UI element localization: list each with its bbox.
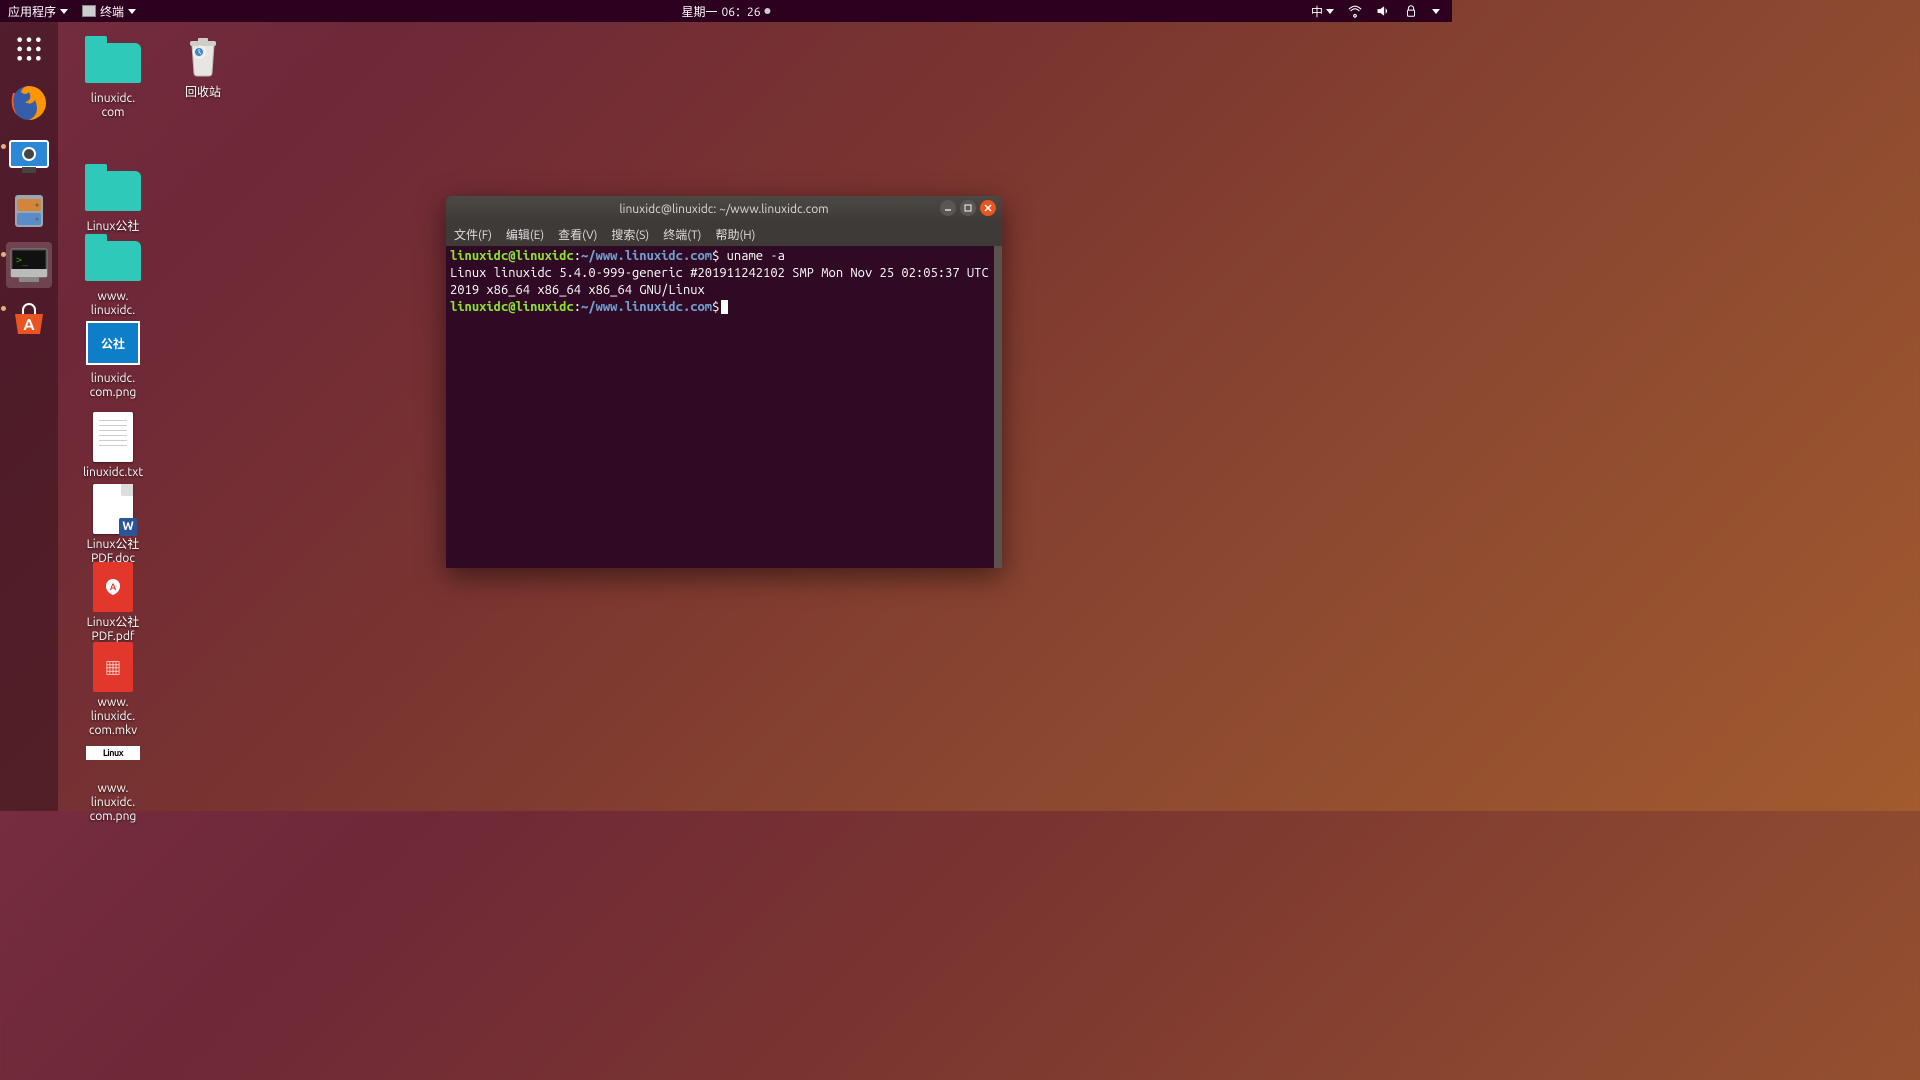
maximize-icon (964, 204, 972, 212)
top-panel: 应用程序 终端 星期一 06：26 中 (0, 0, 1452, 22)
terminal-menubar: 文件(F) 编辑(E) 查看(V) 搜索(S) 终端(T) 帮助(H) (446, 222, 1002, 246)
terminal-line: linuxidc@linuxidc:~/www.linuxidc.com$ (450, 299, 996, 316)
terminal-menu-3[interactable]: 搜索(S) (611, 226, 649, 243)
window-close-button[interactable] (980, 200, 996, 216)
terminal-cursor (721, 300, 728, 314)
close-icon (984, 204, 992, 212)
svg-text:A: A (110, 582, 117, 592)
folder-icon (85, 241, 141, 281)
files-icon (11, 191, 47, 231)
firefox-icon (9, 83, 49, 123)
launcher-files[interactable] (6, 188, 52, 234)
desktop-icon-7[interactable]: ▦www.linuxidc.com.mkv (58, 642, 168, 737)
desktop-icon-label: Linux公社 (58, 220, 168, 234)
launcher: >_ A (0, 22, 58, 811)
doc-file-icon (93, 484, 133, 534)
text-file-icon (93, 412, 133, 462)
image-thumb-icon: Linux (86, 746, 140, 760)
terminal-menu-2[interactable]: 查看(V) (558, 226, 597, 243)
video-file-icon: ▦ (93, 642, 133, 692)
chevron-down-icon (1326, 9, 1334, 14)
terminal-icon: >_ (9, 247, 49, 283)
desktop-icon-label: linuxidc.txt (58, 466, 168, 480)
launcher-terminal[interactable]: >_ (6, 242, 52, 288)
minimize-icon (944, 204, 952, 212)
launcher-apps-grid[interactable] (6, 26, 52, 72)
volume-icon[interactable] (1376, 4, 1390, 18)
terminal-menu-5[interactable]: 帮助(H) (715, 226, 755, 243)
ime-indicator[interactable]: 中 (1311, 3, 1334, 20)
desktop-icon-4[interactable]: linuxidc.txt (58, 412, 168, 480)
window-minimize-button[interactable] (940, 200, 956, 216)
desktop-icon-label: linuxidc.com (58, 92, 168, 120)
running-pip-icon (1, 144, 6, 149)
screenshot-icon (8, 139, 50, 175)
clock-day: 星期一 (681, 3, 717, 20)
network-wifi-icon[interactable] (1348, 4, 1362, 18)
desktop-icon-3[interactable]: 公社 linuxidc.com.png (58, 318, 168, 400)
software-store-icon: A (9, 300, 49, 338)
lock-icon[interactable] (1404, 4, 1418, 18)
trash-icon (173, 32, 233, 82)
terminal-line: linuxidc@linuxidc:~/www.linuxidc.com$ un… (450, 248, 996, 265)
active-app-menu[interactable]: 终端 (82, 3, 136, 20)
running-pip-icon (1, 306, 6, 311)
desktop-icon-label: linuxidc.com.png (58, 372, 168, 400)
active-app-label: 终端 (100, 3, 124, 20)
folder-icon (85, 171, 141, 211)
applications-menu-label: 应用程序 (8, 3, 56, 20)
terminal-body[interactable]: linuxidc@linuxidc:~/www.linuxidc.com$ un… (446, 246, 1002, 568)
svg-text:A: A (23, 316, 35, 334)
chevron-down-icon (60, 9, 68, 14)
launcher-firefox[interactable] (6, 80, 52, 126)
terminal-output: Linux linuxidc 5.4.0-999-generic #201911… (450, 265, 996, 299)
window-maximize-button[interactable] (960, 200, 976, 216)
launcher-software[interactable]: A (6, 296, 52, 342)
image-thumb-icon: 公社 (86, 321, 140, 365)
clock[interactable]: 星期一 06：26 (681, 3, 770, 20)
desktop-icon-8[interactable]: Linux www.linuxidc.com.png (58, 728, 168, 823)
terminal-title: linuxidc@linuxidc: ~/www.linuxidc.com (619, 203, 828, 216)
terminal-menu-0[interactable]: 文件(F) (454, 226, 492, 243)
launcher-screenshot[interactable] (6, 134, 52, 180)
desktop-icon-label: Linux公社PDF.pdf (58, 616, 168, 644)
clock-time: 06：26 (721, 3, 760, 20)
desktop-icon-0[interactable]: linuxidc.com (58, 38, 168, 120)
desktop-icon-6[interactable]: A Linux公社PDF.pdf (58, 562, 168, 644)
pdf-file-icon: A (93, 562, 133, 612)
terminal-small-icon (82, 5, 96, 17)
notification-dot-icon (765, 8, 771, 14)
svg-text:>_: >_ (16, 255, 29, 266)
chevron-down-icon (128, 9, 136, 14)
terminal-menu-1[interactable]: 编辑(E) (506, 226, 544, 243)
folder-icon (85, 43, 141, 83)
desktop-icon-5[interactable]: Linux公社PDF.doc (58, 484, 168, 566)
system-menu-chevron-icon[interactable] (1432, 9, 1440, 14)
desktop-icon-1[interactable]: Linux公社 (58, 166, 168, 234)
running-pip-icon (1, 252, 6, 257)
terminal-scrollbar[interactable] (994, 246, 1002, 568)
terminal-menu-4[interactable]: 终端(T) (663, 226, 701, 243)
ime-label: 中 (1311, 3, 1323, 20)
applications-menu[interactable]: 应用程序 (8, 3, 68, 20)
desktop-icon-label: www.linuxidc.com.png (58, 782, 168, 823)
terminal-titlebar[interactable]: linuxidc@linuxidc: ~/www.linuxidc.com (446, 196, 1002, 222)
terminal-window[interactable]: linuxidc@linuxidc: ~/www.linuxidc.com 文件… (446, 196, 1002, 568)
apps-grid-icon (15, 35, 43, 63)
